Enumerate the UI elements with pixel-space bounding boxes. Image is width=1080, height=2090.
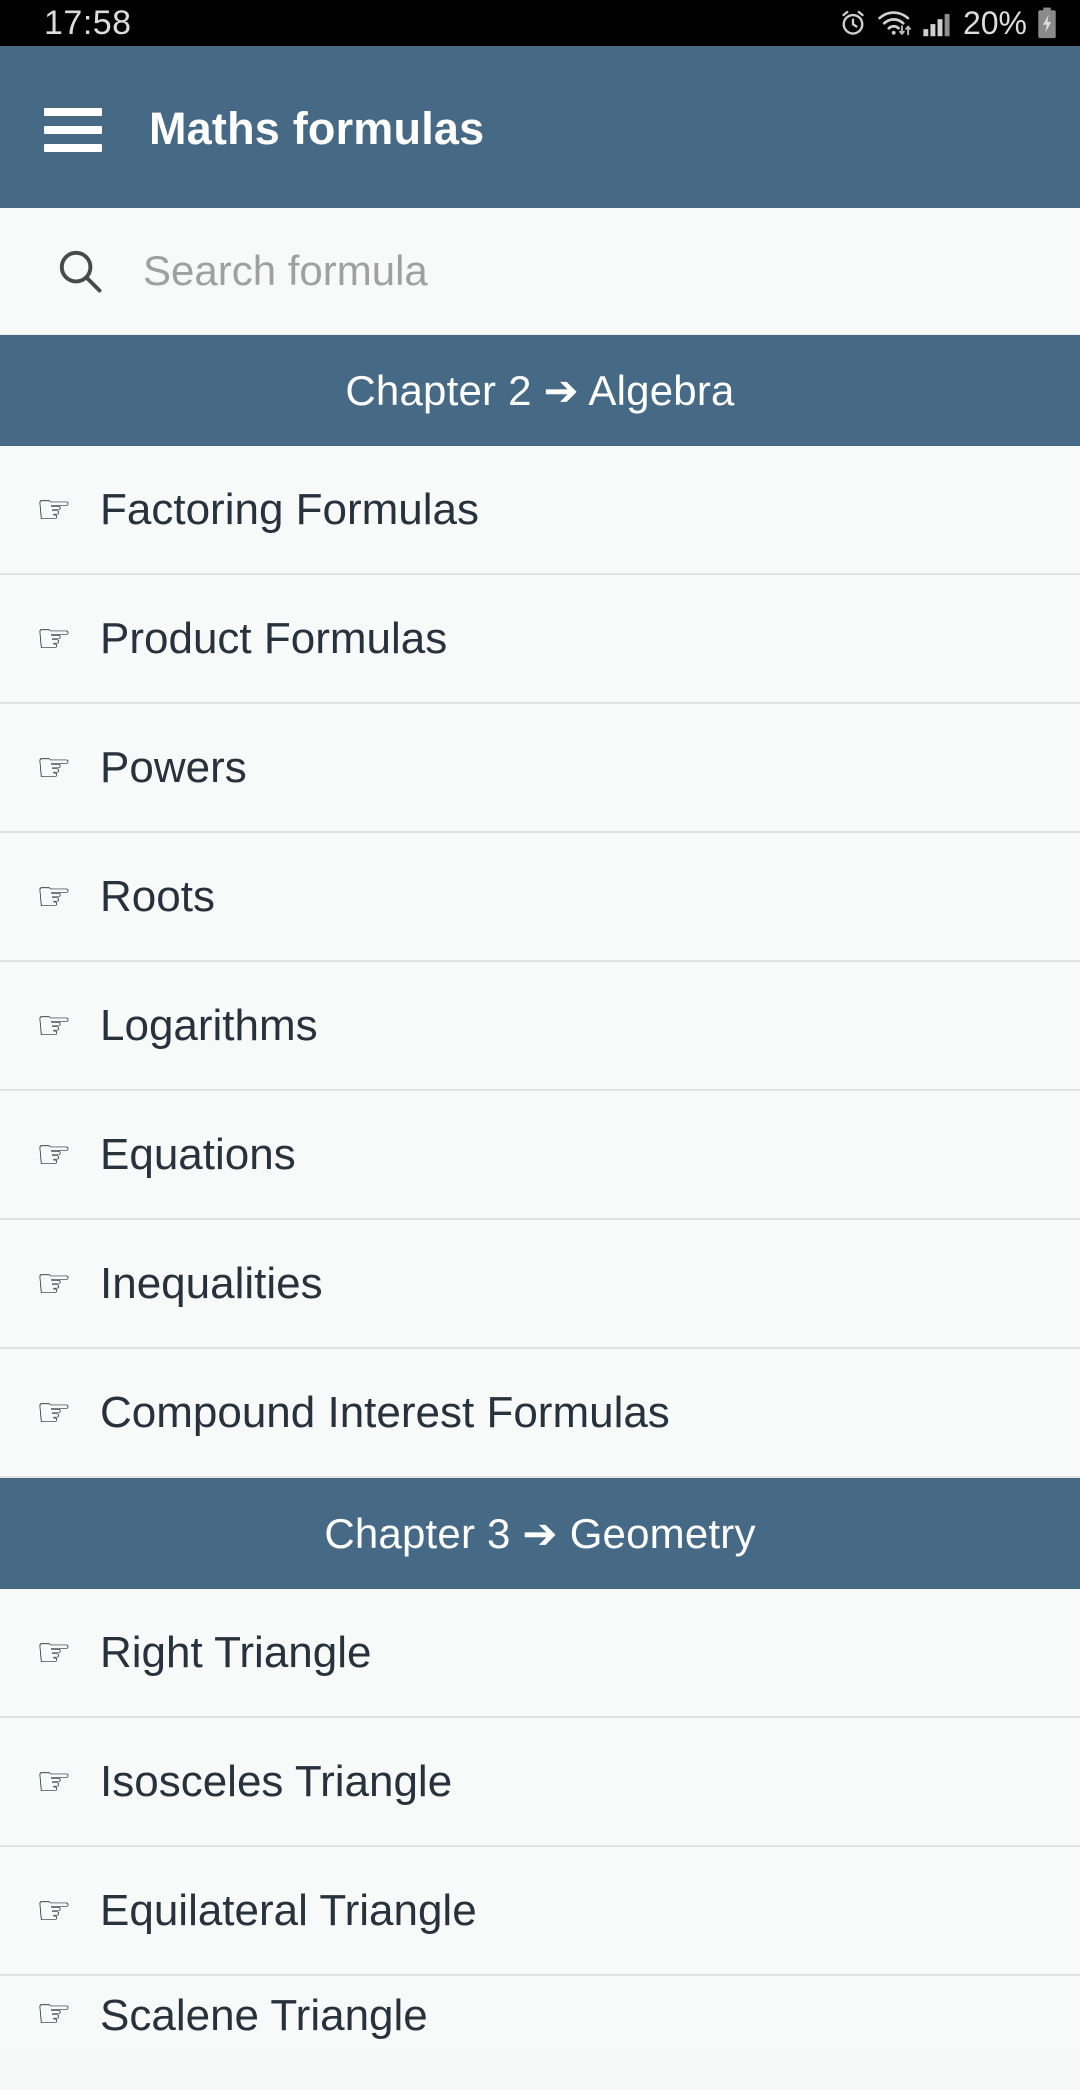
hamburger-bar-2 bbox=[44, 126, 102, 134]
list-item-label: Equations bbox=[100, 1129, 296, 1179]
list-item[interactable]: ☞ Roots bbox=[0, 833, 1080, 962]
battery-percent-label: 20% bbox=[962, 5, 1027, 41]
pointing-hand-icon: ☞ bbox=[36, 1390, 72, 1435]
list-item[interactable]: ☞ Logarithms bbox=[0, 962, 1080, 1091]
pointing-hand-icon: ☞ bbox=[36, 616, 72, 661]
pointing-hand-icon: ☞ bbox=[36, 1992, 72, 2036]
hamburger-bar-3 bbox=[44, 144, 102, 152]
list-item-label: Powers bbox=[100, 742, 247, 792]
app-bar: Maths formulas bbox=[0, 46, 1080, 208]
list-item-label: Logarithms bbox=[100, 1000, 318, 1050]
section-header-chapter-2: Chapter 2 ➔ Algebra bbox=[0, 335, 1080, 446]
list-item[interactable]: ☞ Equations bbox=[0, 1091, 1080, 1220]
list-item-label: Factoring Formulas bbox=[100, 484, 480, 534]
pointing-hand-icon: ☞ bbox=[36, 1003, 72, 1048]
list-item[interactable]: ☞ Compound Interest Formulas bbox=[0, 1349, 1080, 1478]
list-item[interactable]: ☞ Product Formulas bbox=[0, 575, 1080, 704]
list-item[interactable]: ☞ Inequalities bbox=[0, 1220, 1080, 1349]
signal-bars-icon bbox=[923, 14, 950, 37]
hamburger-bar-1 bbox=[44, 108, 102, 116]
list-item-label: Scalene Triangle bbox=[100, 1991, 428, 2040]
list-item[interactable]: ☞ Powers bbox=[0, 704, 1080, 833]
search-input[interactable] bbox=[143, 247, 923, 295]
pointing-hand-icon: ☞ bbox=[36, 874, 72, 919]
list-item-label: Equilateral Triangle bbox=[100, 1885, 477, 1935]
pointing-hand-icon: ☞ bbox=[36, 1261, 72, 1306]
list-item[interactable]: ☞ Right Triangle bbox=[0, 1589, 1080, 1718]
list-item-label: Product Formulas bbox=[100, 613, 448, 663]
pointing-hand-icon: ☞ bbox=[36, 487, 72, 532]
pointing-hand-icon: ☞ bbox=[36, 745, 72, 790]
list-item-label: Roots bbox=[100, 871, 215, 921]
hamburger-menu-icon[interactable] bbox=[44, 108, 102, 152]
battery-charging-icon bbox=[1038, 7, 1056, 39]
status-bar: 17:58 20% bbox=[0, 0, 1080, 46]
pointing-hand-icon: ☞ bbox=[36, 1132, 72, 1177]
list-item[interactable]: ☞ Scalene Triangle bbox=[0, 1976, 1080, 2048]
pointing-hand-icon: ☞ bbox=[36, 1630, 72, 1675]
search-icon bbox=[59, 250, 102, 293]
list-item[interactable]: ☞ Equilateral Triangle bbox=[0, 1847, 1080, 1976]
status-icon-group: 20% bbox=[838, 7, 1058, 39]
alarm-icon bbox=[842, 10, 864, 35]
list-item[interactable]: ☞ Factoring Formulas bbox=[0, 446, 1080, 575]
list-item-label: Inequalities bbox=[100, 1258, 323, 1308]
search-bar[interactable] bbox=[0, 208, 1080, 335]
list-item-label: Right Triangle bbox=[100, 1627, 372, 1677]
page-title: Maths formulas bbox=[149, 103, 485, 154]
pointing-hand-icon: ☞ bbox=[36, 1888, 72, 1933]
wifi-icon bbox=[878, 11, 911, 36]
list-item-label: Compound Interest Formulas bbox=[100, 1387, 670, 1437]
pointing-hand-icon: ☞ bbox=[36, 1759, 72, 1804]
list-item[interactable]: ☞ Isosceles Triangle bbox=[0, 1718, 1080, 1847]
status-clock: 17:58 bbox=[44, 4, 132, 42]
list-item-label: Isosceles Triangle bbox=[100, 1756, 453, 1806]
section-header-chapter-3: Chapter 3 ➔ Geometry bbox=[0, 1478, 1080, 1589]
formula-list: Chapter 2 ➔ Algebra ☞ Factoring Formulas… bbox=[0, 335, 1080, 2048]
